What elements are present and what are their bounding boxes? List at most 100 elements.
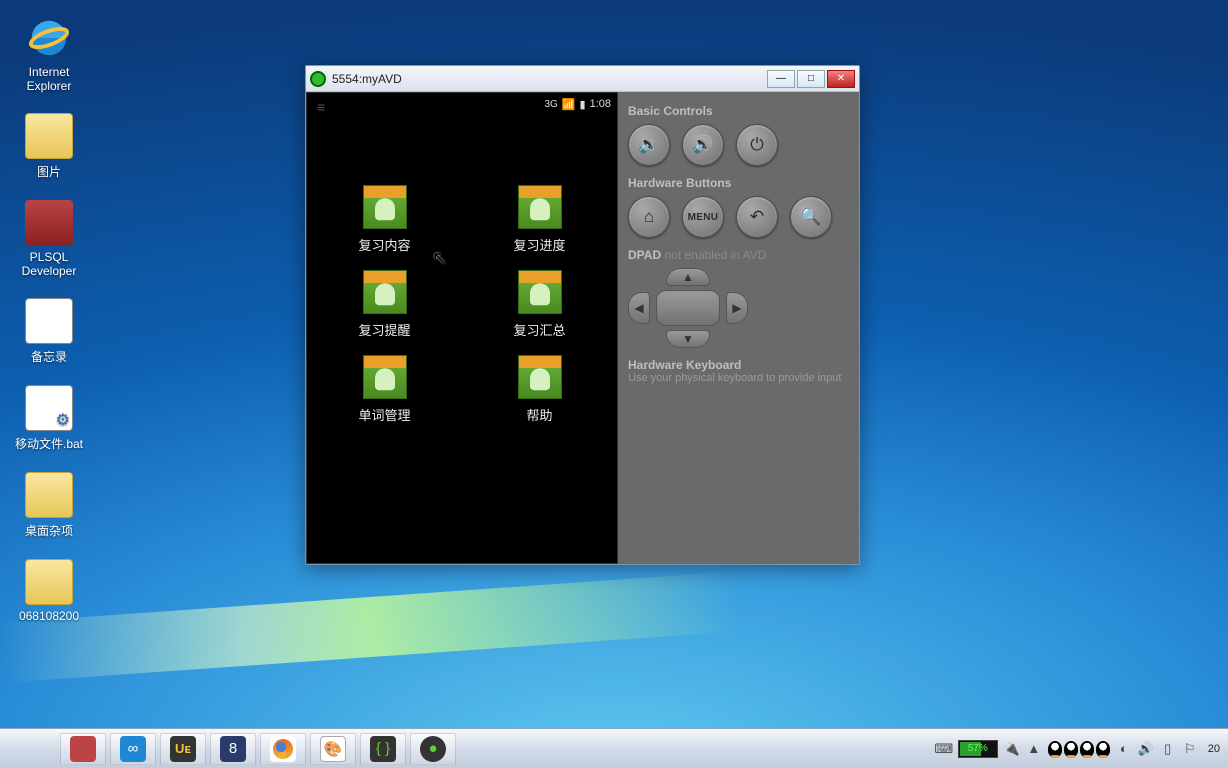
desktop-icon-label: 068108200 (10, 609, 88, 623)
hardware-buttons-heading: Hardware Buttons (628, 176, 849, 190)
volume-up-button[interactable]: 🔊 (682, 124, 724, 166)
android-app-icon (518, 185, 562, 229)
paint-icon: 🎨 (320, 736, 346, 762)
desktop-icon-misc[interactable]: 桌面杂项 (10, 472, 88, 539)
hamburger-icon[interactable]: ≡ (317, 99, 325, 115)
app-review-progress[interactable]: 复习进度 (482, 185, 597, 254)
taskbar-plsql[interactable] (60, 733, 106, 765)
tray-chevron[interactable]: ▲ (1026, 741, 1042, 757)
qq-icon[interactable] (1080, 741, 1094, 757)
dpad-heading: DPAD not enabled in AVD (628, 248, 849, 262)
desktop-icon-label: 图片 (10, 163, 88, 180)
android-app-icon (363, 185, 407, 229)
android-app-icon (363, 355, 407, 399)
sync-icon: ∞ (120, 736, 146, 762)
desktop-icon-bat[interactable]: 移动文件.bat (10, 385, 88, 452)
qq-icon[interactable] (1064, 741, 1078, 757)
dpad-down[interactable]: ▼ (666, 330, 710, 348)
desktop-icon-plsql[interactable]: PLSQL Developer (10, 200, 88, 278)
dpad: ▲ ▼ ◀ ▶ (628, 268, 748, 348)
maximize-button[interactable]: □ (797, 70, 825, 88)
dpad-center[interactable] (656, 290, 720, 326)
desktop-icon-numfolder[interactable]: 068108200 (10, 559, 88, 623)
taskbar-firefox[interactable] (260, 733, 306, 765)
firefox-icon (270, 736, 296, 762)
volume-icon[interactable]: 🔊 (1138, 741, 1154, 757)
desktop-icon-label: 移动文件.bat (10, 435, 88, 452)
ie-icon (25, 15, 73, 61)
desktop-icon-label: 备忘录 (10, 348, 88, 365)
app-word-manage[interactable]: 单词管理 (327, 355, 442, 424)
taskbar: ∞ Uᴇ 8 🎨 { } ● ⌨ 57% 🔌 ▲ ◐ 🔊 ▯ ⚐ 20 (0, 728, 1228, 768)
basic-controls-heading: Basic Controls (628, 104, 849, 118)
emulator-control-panel: Basic Controls 🔉 🔊 ⏻ Hardware Buttons ⌂ … (618, 92, 859, 564)
desktop-icon-label: 桌面杂项 (10, 522, 88, 539)
volume-down-button[interactable]: 🔉 (628, 124, 670, 166)
taskbar-paint[interactable]: 🎨 (310, 733, 356, 765)
android-emulator-icon (310, 71, 326, 87)
taskbar-ultraedit[interactable]: Uᴇ (160, 733, 206, 765)
app-review-content[interactable]: 复习内容 (327, 185, 442, 254)
note-icon (25, 298, 73, 344)
dpad-left[interactable]: ◀ (628, 292, 650, 324)
desktop-icon-label: Internet Explorer (10, 65, 88, 93)
qq-icon[interactable] (1096, 741, 1110, 757)
window-titlebar[interactable]: 5554:myAVD — □ ✕ (306, 66, 859, 92)
ue-icon: Uᴇ (170, 736, 196, 762)
taskbar-sync[interactable]: ∞ (110, 733, 156, 765)
plsql-icon (25, 200, 73, 246)
emulator-window: 5554:myAVD — □ ✕ ≡ 3G 📶 ▮ 1:08 复习内容 复习进度… (305, 65, 860, 565)
network-indicator: 3G (544, 99, 557, 110)
hardware-keyboard-heading: Hardware Keyboard (628, 358, 849, 372)
clock-partial[interactable]: 20 (1208, 743, 1220, 755)
braces-icon: { } (370, 736, 396, 762)
desktop-icon-memo[interactable]: 备忘录 (10, 298, 88, 365)
folder-icon (25, 559, 73, 605)
android-app-icon (518, 270, 562, 314)
taskbar-apps: ∞ Uᴇ 8 🎨 { } ● (0, 733, 456, 765)
menu-button[interactable]: MENU (682, 196, 724, 238)
taskbar-eight[interactable]: 8 (210, 733, 256, 765)
eight-icon: 8 (220, 736, 246, 762)
bat-file-icon (25, 385, 73, 431)
qq-tray-icons[interactable] (1048, 741, 1110, 757)
android-app-icon (518, 355, 562, 399)
android-icon: ● (420, 736, 446, 762)
keyboard-icon[interactable]: ⌨ (936, 741, 952, 757)
signal-icon: 📶 (562, 98, 576, 111)
android-statusbar: 3G 📶 ▮ 1:08 (307, 93, 617, 115)
taskbar-ide[interactable]: { } (360, 733, 406, 765)
qq-icon[interactable] (1048, 741, 1062, 757)
app-review-summary[interactable]: 复习汇总 (482, 270, 597, 339)
hardware-keyboard-sub: Use your physical keyboard to provide in… (628, 372, 849, 384)
power-button[interactable]: ⏻ (736, 124, 778, 166)
app-review-reminder[interactable]: 复习提醒 (327, 270, 442, 339)
desktop-icon-pictures[interactable]: 图片 (10, 113, 88, 180)
minimize-button[interactable]: — (767, 70, 795, 88)
desktop-icon-ie[interactable]: Internet Explorer (10, 15, 88, 93)
app-help[interactable]: 帮助 (482, 355, 597, 424)
dpad-up[interactable]: ▲ (666, 268, 710, 286)
back-button[interactable]: ↶ (736, 196, 778, 238)
app-grid: 复习内容 复习进度 复习提醒 复习汇总 单词管理 帮助 (307, 115, 617, 424)
flag-icon[interactable]: ⚐ (1182, 741, 1198, 757)
battery-indicator[interactable]: 57% (958, 740, 998, 758)
tray-misc-icon[interactable]: ◐ (1116, 741, 1132, 757)
clock: 1:08 (590, 98, 611, 110)
folder-icon (25, 113, 73, 159)
android-app-icon (363, 270, 407, 314)
taskbar-android-emu[interactable]: ● (410, 733, 456, 765)
close-button[interactable]: ✕ (827, 70, 855, 88)
folder-icon (25, 472, 73, 518)
home-button[interactable]: ⌂ (628, 196, 670, 238)
plug-icon: 🔌 (1004, 741, 1020, 757)
system-tray: ⌨ 57% 🔌 ▲ ◐ 🔊 ▯ ⚐ 20 (936, 740, 1228, 758)
android-screen[interactable]: ≡ 3G 📶 ▮ 1:08 复习内容 复习进度 复习提醒 复习汇总 单词管理 帮… (306, 92, 618, 564)
battery-icon: ▮ (580, 98, 586, 111)
desktop-icon-label: PLSQL Developer (10, 250, 88, 278)
desktop-icons: Internet Explorer 图片 PLSQL Developer 备忘录… (10, 15, 100, 643)
dpad-right[interactable]: ▶ (726, 292, 748, 324)
window-title: 5554:myAVD (332, 72, 767, 86)
tray-misc-icon[interactable]: ▯ (1160, 741, 1176, 757)
search-button[interactable]: 🔍 (790, 196, 832, 238)
